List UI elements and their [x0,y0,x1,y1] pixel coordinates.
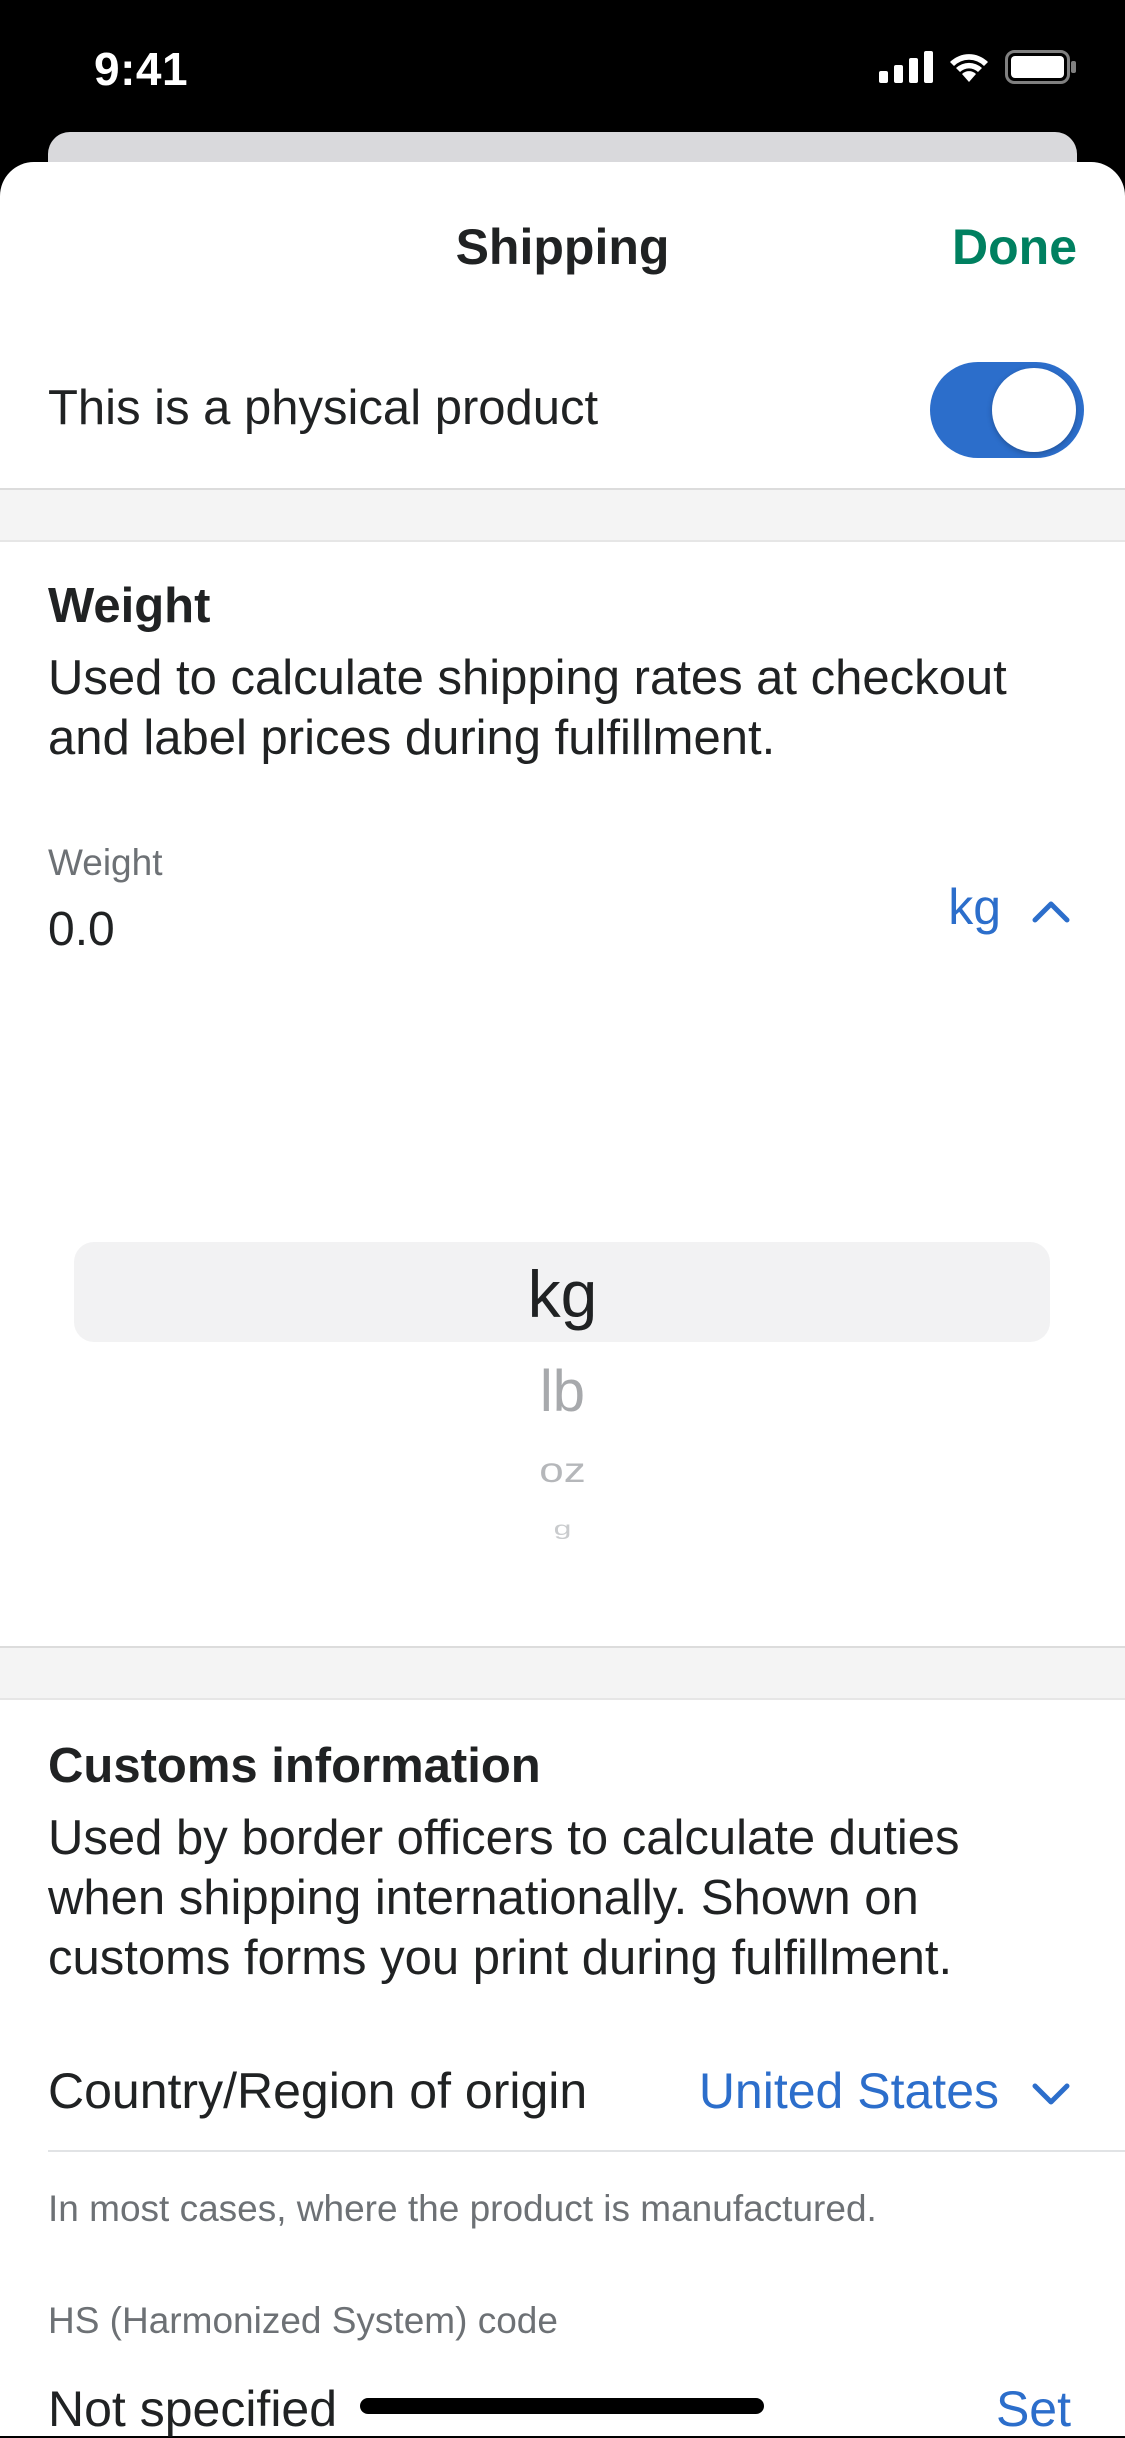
status-time: 9:41 [94,43,189,95]
picker-option-lb[interactable]: lb [0,1358,1125,1425]
unit-selected-label: kg [948,879,1001,935]
picker-option-g[interactable]: g [0,1517,1125,1539]
section-divider [0,1646,1125,1700]
status-bar: 9:41 [0,0,1125,140]
chevron-down-icon [1031,2062,1071,2120]
hs-code-value: Not specified [48,2381,338,2437]
country-help-text: In most cases, where the product is manu… [48,2188,877,2229]
hs-code-label: HS (Harmonized System) code [48,2300,558,2341]
toggle-knob [992,368,1076,452]
done-button[interactable]: Done [952,218,1077,276]
divider [48,2150,1125,2152]
picker-option-kg[interactable]: kg [0,1256,1125,1332]
customs-section-title: Customs information [48,1739,541,1793]
status-icons [879,50,1077,84]
home-indicator [360,2398,764,2414]
customs-section-description: Used by border officers to calculate dut… [48,1811,960,1985]
picker-option-oz[interactable]: oz [0,1451,1125,1491]
weight-section-description: Used to calculate shipping rates at chec… [48,651,1007,765]
wifi-icon [947,50,991,84]
weight-section-title: Weight [48,579,211,633]
hs-code-set-button[interactable]: Set [996,2380,1071,2438]
weight-field-label: Weight [48,842,163,883]
weight-input[interactable]: 0.0 [48,902,115,957]
country-origin-select[interactable]: United States [699,2062,1071,2120]
country-origin-value: United States [698,2063,999,2119]
country-origin-label: Country/Region of origin [48,2063,588,2119]
physical-product-label: This is a physical product [48,381,599,435]
unit-selector[interactable]: kg [948,878,1071,936]
battery-icon [1005,50,1077,84]
signal-icon [879,51,933,83]
section-divider [0,488,1125,542]
chevron-up-icon [1031,878,1071,936]
